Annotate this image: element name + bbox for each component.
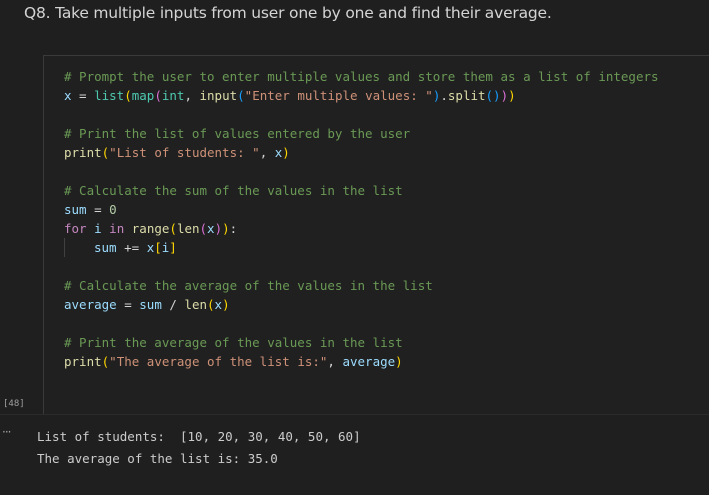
output-line: The average of the list is: 35.0 bbox=[37, 451, 278, 466]
cell-output: List of students: [10, 20, 30, 40, 50, 6… bbox=[37, 426, 361, 470]
code-token: ) bbox=[282, 145, 290, 160]
code-line-1: # Prompt the user to enter multiple valu… bbox=[64, 67, 659, 86]
code-line-2: x = list(map(int, input("Enter multiple … bbox=[64, 86, 659, 105]
code-token: ) bbox=[508, 88, 516, 103]
code-comment: # Print the list of values entered by th… bbox=[64, 126, 411, 141]
code-line-5: print("List of students: ", x) bbox=[64, 143, 659, 162]
code-token: "List of students: " bbox=[109, 145, 260, 160]
code-token: ( bbox=[124, 88, 132, 103]
code-comment: # Calculate the average of the values in… bbox=[64, 278, 433, 293]
code-comment: # Prompt the user to enter multiple valu… bbox=[64, 69, 659, 84]
cell-divider bbox=[0, 414, 709, 415]
code-token: ] bbox=[169, 240, 177, 255]
code-token: ) bbox=[214, 221, 223, 236]
code-token: . bbox=[440, 88, 448, 103]
code-line-13: average = sum / len(x) bbox=[64, 295, 659, 314]
output-line: List of students: [10, 20, 30, 40, 50, 6… bbox=[37, 429, 361, 444]
code-token: , bbox=[184, 88, 200, 103]
code-token: += bbox=[116, 240, 147, 255]
code-token: print bbox=[64, 354, 102, 369]
code-token: x bbox=[207, 221, 215, 236]
code-line-4: # Print the list of values entered by th… bbox=[64, 124, 659, 143]
indent-guide bbox=[64, 238, 94, 257]
code-token: "The average of the list is:" bbox=[109, 354, 328, 369]
code-token: average bbox=[342, 354, 396, 369]
code-line-7: # Calculate the sum of the values in the… bbox=[64, 181, 659, 200]
code-cell[interactable]: # Prompt the user to enter multiple valu… bbox=[43, 55, 709, 415]
code-token: , bbox=[327, 354, 343, 369]
code-token: ) bbox=[222, 221, 230, 236]
code-token: ) bbox=[222, 297, 230, 312]
code-token: = bbox=[71, 88, 95, 103]
code-token: range bbox=[131, 221, 170, 236]
code-comment: # Calculate the sum of the values in the… bbox=[64, 183, 403, 198]
code-token: print bbox=[64, 145, 102, 160]
code-token: sum bbox=[64, 202, 87, 217]
code-line-8: sum = 0 bbox=[64, 200, 659, 219]
code-line-15: # Print the average of the values in the… bbox=[64, 333, 659, 352]
code-token: () bbox=[485, 88, 501, 103]
code-token: sum bbox=[94, 240, 117, 255]
code-token: len bbox=[176, 221, 200, 236]
code-token: ( bbox=[154, 88, 162, 103]
code-token: ( bbox=[207, 297, 215, 312]
code-token: x bbox=[64, 88, 72, 103]
code-token: i bbox=[94, 221, 102, 236]
execution-count: [48] bbox=[3, 399, 25, 409]
code-token: list bbox=[94, 88, 125, 103]
code-token: input bbox=[199, 88, 238, 103]
code-line-10: sum += x[i] bbox=[64, 238, 659, 257]
code-token: len bbox=[184, 297, 207, 312]
code-token: ( bbox=[199, 221, 208, 236]
code-line-9: for i in range(len(x)): bbox=[64, 219, 659, 238]
code-token: ) bbox=[500, 88, 509, 103]
code-token: : bbox=[229, 221, 238, 236]
code-comment: # Print the average of the values in the… bbox=[64, 335, 403, 350]
code-token: "Enter multiple values: " bbox=[244, 88, 433, 103]
code-token: / bbox=[161, 297, 185, 312]
code-token: ) bbox=[395, 354, 403, 369]
code-token: split bbox=[447, 88, 486, 103]
code-token: , bbox=[259, 145, 275, 160]
code-token: [ bbox=[154, 240, 162, 255]
code-token: ( bbox=[169, 221, 177, 236]
code-line-12: # Calculate the average of the values in… bbox=[64, 276, 659, 295]
code-token: in bbox=[109, 221, 125, 236]
code-token: 0 bbox=[109, 202, 117, 217]
code-token: int bbox=[161, 88, 185, 103]
code-token: average bbox=[64, 297, 117, 312]
code-editor[interactable]: # Prompt the user to enter multiple valu… bbox=[64, 67, 659, 371]
code-token: map bbox=[131, 88, 155, 103]
code-token: for bbox=[64, 221, 87, 236]
code-token: = bbox=[86, 202, 110, 217]
code-token: ( bbox=[237, 88, 245, 103]
code-token: x bbox=[214, 297, 223, 312]
markdown-cell[interactable]: Q8. Take multiple inputs from user one b… bbox=[0, 0, 709, 48]
code-token: = bbox=[116, 297, 140, 312]
question-text: Q8. Take multiple inputs from user one b… bbox=[24, 4, 552, 22]
code-line-16: print("The average of the list is:", ave… bbox=[64, 352, 659, 371]
output-more-actions-icon[interactable]: ··· bbox=[2, 425, 12, 439]
code-token: sum bbox=[139, 297, 162, 312]
